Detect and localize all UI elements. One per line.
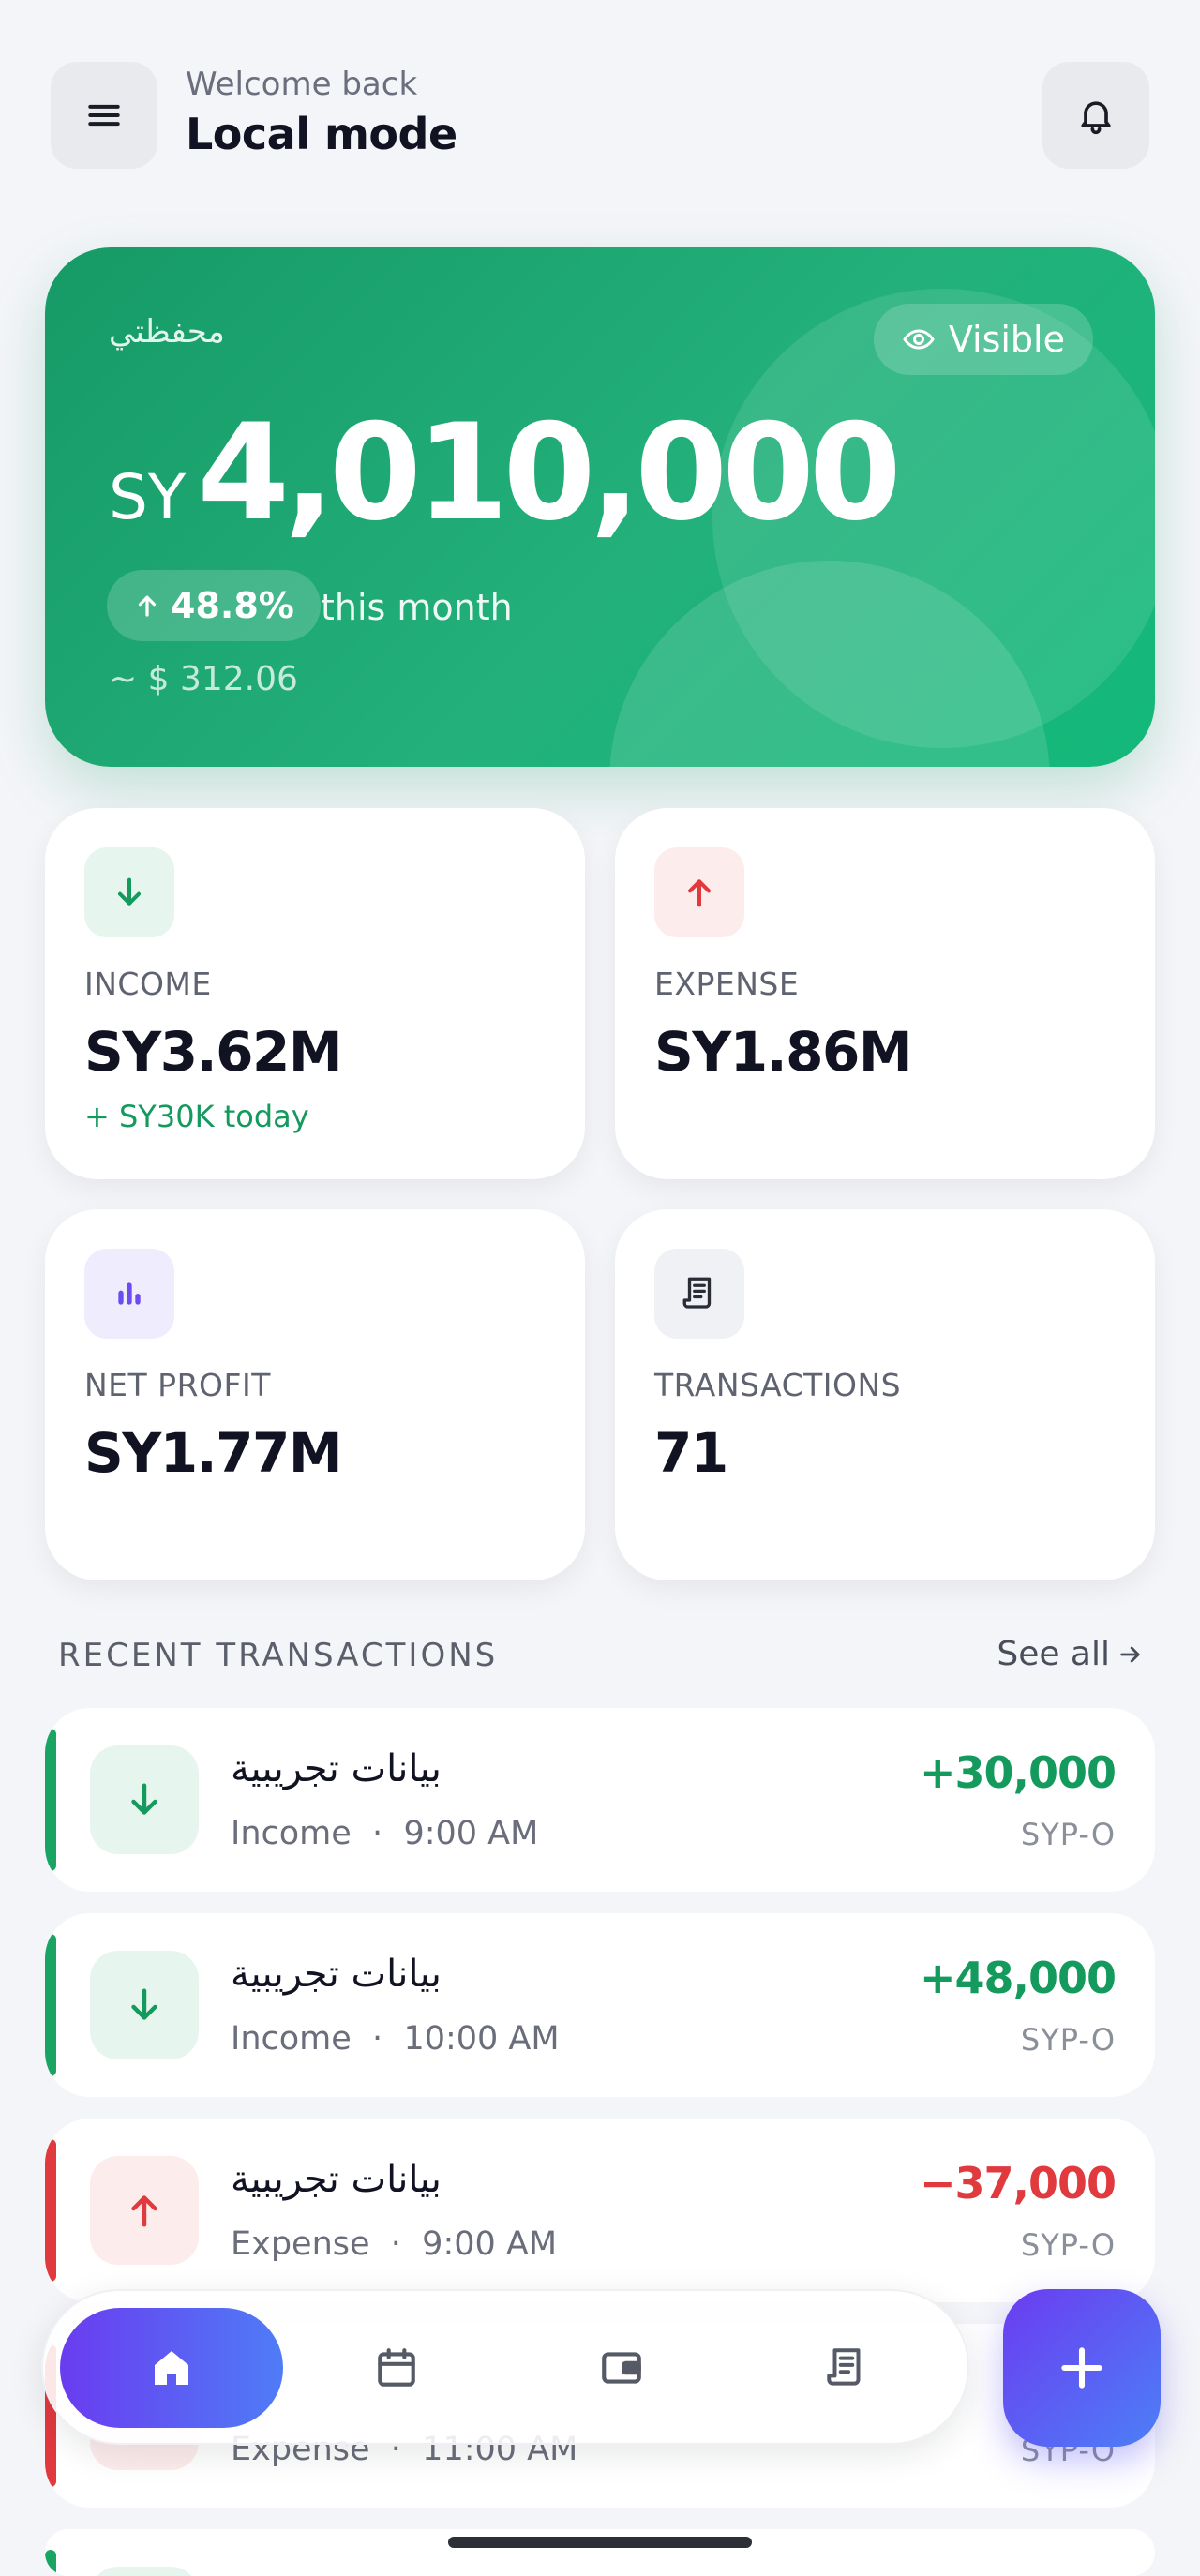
usd-equivalent: ~ $ 312.06 xyxy=(109,660,298,698)
income-icon-box xyxy=(84,847,174,937)
transaction-row[interactable]: بيانات تجريبية Income · 9:00 AM +30,000 … xyxy=(45,1708,1155,1892)
income-label: INCOME xyxy=(84,966,212,1002)
transaction-type: Income xyxy=(231,1815,352,1852)
net-profit-value: SY1.77M xyxy=(84,1421,343,1485)
welcome-text: Welcome back xyxy=(186,66,418,103)
arrow-right-icon xyxy=(1120,1646,1140,1662)
wallet-icon xyxy=(602,2352,641,2384)
transaction-accent xyxy=(45,2139,56,2282)
transaction-currency: SYP-O xyxy=(1020,2022,1116,2058)
app-screen: Welcome back Local mode محفظتي Visible S… xyxy=(0,0,1200,2576)
nav-home[interactable] xyxy=(60,2308,283,2428)
transaction-icon-box xyxy=(90,2156,199,2265)
arrow-up-icon xyxy=(138,595,157,617)
transaction-type: Income xyxy=(231,2020,352,2058)
growth-badge: 48.8% xyxy=(107,570,321,641)
net-profit-label: NET PROFIT xyxy=(84,1367,271,1403)
transaction-icon-box xyxy=(90,1745,199,1854)
arrow-down-icon xyxy=(131,1783,158,1815)
home-indicator xyxy=(448,2537,752,2548)
arrow-up-icon xyxy=(131,2195,158,2227)
calendar-icon xyxy=(378,2348,415,2387)
balance-value: 4,010,000 xyxy=(197,396,902,550)
notifications-button[interactable] xyxy=(1042,62,1149,169)
bell-icon xyxy=(1081,101,1111,135)
growth-period: this month xyxy=(321,587,513,628)
transaction-title: بيانات تجريبية xyxy=(231,1953,442,1996)
eye-icon xyxy=(903,329,935,350)
growth-value: 48.8% xyxy=(171,585,294,626)
transaction-meta: Expense · 9:00 AM xyxy=(231,2225,558,2263)
transaction-icon-box xyxy=(90,2567,199,2576)
transaction-meta: Income · 10:00 AM xyxy=(231,2020,560,2058)
transaction-time: 9:00 AM xyxy=(422,2225,558,2263)
menu-button[interactable] xyxy=(51,62,158,169)
transaction-icon-box xyxy=(90,1951,199,2059)
transaction-row[interactable]: بيانات تجريبية Expense · 9:00 AM −37,000… xyxy=(45,2119,1155,2302)
balance-amount: SY 4,010,000 xyxy=(109,396,902,550)
wallet-label: محفظتي xyxy=(109,313,225,351)
transaction-accent xyxy=(45,1934,56,2076)
balance-currency: SY xyxy=(109,461,187,533)
visibility-toggle[interactable]: Visible xyxy=(873,304,1093,375)
mode-title: Local mode xyxy=(186,109,458,159)
add-transaction-button[interactable] xyxy=(1003,2289,1161,2447)
transaction-accent xyxy=(45,2550,56,2576)
visibility-label: Visible xyxy=(948,319,1065,360)
transactions-icon-box xyxy=(654,1249,744,1339)
expense-value: SY1.86M xyxy=(654,1020,913,1084)
transactions-label: TRANSACTIONS xyxy=(654,1367,902,1403)
net-profit-icon-box xyxy=(84,1249,174,1339)
arrow-up-icon xyxy=(688,879,711,907)
arrow-down-icon xyxy=(118,877,141,906)
transaction-title: بيانات تجريبية xyxy=(231,1747,442,1790)
transaction-meta: Income · 9:00 AM xyxy=(231,1815,539,1852)
transaction-time: 10:00 AM xyxy=(403,2020,560,2058)
income-today: + SY30K today xyxy=(84,1099,309,1134)
transaction-currency: SYP-O xyxy=(1020,1817,1116,1852)
balance-card[interactable]: محفظتي Visible SY 4,010,000 48.8% this m… xyxy=(45,247,1155,767)
recent-transactions-title: RECENT TRANSACTIONS xyxy=(58,1637,499,1674)
nav-wallet[interactable] xyxy=(562,2308,682,2428)
bottom-navigation xyxy=(41,2289,969,2445)
transactions-value: 71 xyxy=(654,1421,728,1485)
menu-icon xyxy=(88,104,120,127)
net-profit-card[interactable]: NET PROFIT SY1.77M xyxy=(45,1209,585,1580)
transaction-amount: +48,000 xyxy=(919,1953,1117,2003)
bar-chart-icon xyxy=(118,1282,141,1305)
receipt-icon xyxy=(682,1277,712,1309)
nav-receipts[interactable] xyxy=(787,2308,907,2428)
transaction-title: بيانات تجريبية xyxy=(231,2158,442,2201)
expense-label: EXPENSE xyxy=(654,966,800,1002)
header: Welcome back Local mode xyxy=(51,62,1149,169)
see-all-link[interactable]: See all xyxy=(997,1635,1144,1673)
transactions-card[interactable]: TRANSACTIONS 71 xyxy=(615,1209,1155,1580)
transaction-amount: −37,000 xyxy=(919,2158,1117,2209)
transaction-type: Expense xyxy=(231,2225,370,2263)
transaction-amount: +30,000 xyxy=(919,1747,1117,1798)
see-all-label: See all xyxy=(997,1635,1110,1673)
nav-calendar[interactable] xyxy=(337,2308,457,2428)
transaction-currency: SYP-O xyxy=(1020,2227,1116,2263)
expense-card[interactable]: EXPENSE SY1.86M xyxy=(615,808,1155,1179)
receipt-icon xyxy=(827,2348,861,2386)
income-value: SY3.62M xyxy=(84,1020,343,1084)
income-card[interactable]: INCOME SY3.62M + SY30K today xyxy=(45,808,585,1179)
arrow-down-icon xyxy=(131,1988,158,2020)
transaction-row[interactable]: بيانات تجريبية Income · 10:00 AM +48,000… xyxy=(45,1913,1155,2097)
plus-icon xyxy=(1061,2347,1102,2389)
transaction-time: 9:00 AM xyxy=(403,1815,539,1852)
expense-icon-box xyxy=(654,847,744,937)
home-icon xyxy=(155,2351,188,2385)
transaction-accent xyxy=(45,1729,56,1871)
